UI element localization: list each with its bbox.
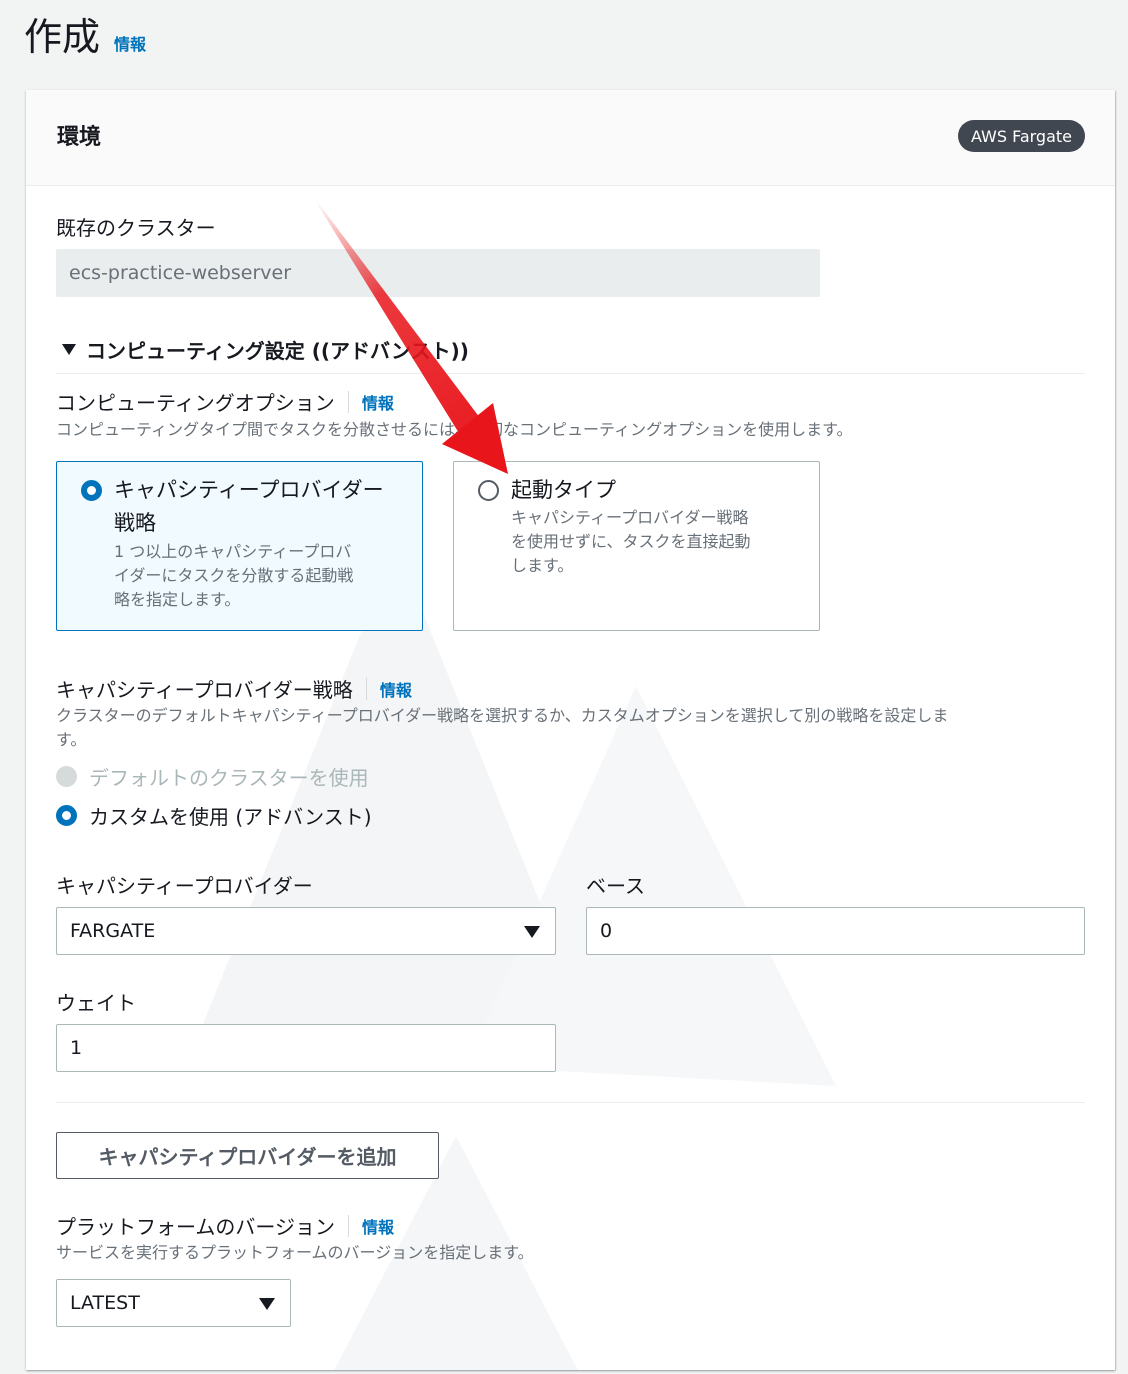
tile-desc-line: します。 [511,556,574,575]
existing-cluster-field: ecs-practice-webserver [56,249,820,297]
tile-desc-line: 略を指定します。 [114,590,241,609]
compute-option-header: コンピューティングオプション 情報 [56,387,394,416]
strategy-header: キャパシティープロバイダー戦略 情報 [56,674,412,703]
separator [348,1214,349,1237]
compute-settings-label: コンピューティング設定 ((アドバンスト)) [86,339,469,363]
capacity-provider-select[interactable]: FARGATE [56,907,556,955]
tile-capacity-provider-strategy[interactable]: キャパシティープロバイダー 戦略 1 つ以上のキャパシティープロバ イダーにタス… [56,461,423,631]
tile-desc-line: イダーにタスクを分散する起動戦 [114,566,354,585]
platform-version-select[interactable]: LATEST [56,1279,291,1327]
page-info-link[interactable]: 情報 [114,31,146,55]
radio-custom-row[interactable]: カスタムを使用 (アドバンスト) [56,801,372,830]
platform-version-info-link[interactable]: 情報 [362,1214,394,1238]
caret-down-icon [62,344,76,355]
tile-desc-line: を使用せずに、タスクを直接起動 [511,532,751,551]
platform-version-description: サービスを実行するプラットフォームのバージョンを指定します。 [56,1243,534,1262]
tile-launch-type[interactable]: 起動タイプ キャパシティープロバイダー戦略 を使用せずに、タスクを直接起動 しま… [453,461,820,631]
tile-title-line: 戦略 [114,511,156,535]
strategy-description-line: す。 [56,730,87,749]
caret-down-icon [524,926,540,938]
weight-label: ウェイト [56,991,136,1015]
tile-title: キャパシティープロバイダー 戦略 [114,474,404,540]
weight-input[interactable]: 1 [56,1024,556,1072]
caret-down-icon [259,1298,275,1310]
tile-description: キャパシティープロバイダー戦略 を使用せずに、タスクを直接起動 します。 [511,506,791,578]
platform-version-header: プラットフォームのバージョン 情報 [56,1211,394,1240]
radio-default-cluster-row: デフォルトのクラスターを使用 [56,762,369,791]
platform-version-label: プラットフォームのバージョン [56,1215,335,1239]
separator [365,677,367,700]
compute-option-label: コンピューティングオプション [56,391,335,415]
aws-fargate-badge: AWS Fargate [957,120,1085,152]
existing-cluster-label: 既存のクラスター [56,216,216,240]
tile-desc-line: 1 つ以上のキャパシティープロバ [114,542,352,561]
strategy-info-link[interactable]: 情報 [380,677,412,701]
capacity-provider-label: キャパシティープロバイダー [56,874,313,898]
radio-custom[interactable] [56,805,77,826]
platform-version-value: LATEST [70,1292,140,1314]
capacity-provider-value: FARGATE [70,920,156,942]
base-label: ベース [586,874,645,898]
compute-option-description: コンピューティングタイプ間でタスクを分散させるには、適切なコンピューティングオプ… [56,420,853,439]
radio-default-cluster-label: デフォルトのクラスターを使用 [89,766,369,790]
radio-custom-label: カスタムを使用 (アドバンスト) [89,805,372,829]
compute-settings-expander[interactable]: コンピューティング設定 ((アドバンスト)) [62,335,469,364]
radio-launch-type[interactable] [478,480,499,501]
radio-default-cluster [56,766,77,787]
base-input[interactable]: 0 [586,907,1085,955]
strategy-description: クラスターのデフォルトキャパシティープロバイダー戦略を選択するか、カスタムオプシ… [56,704,1086,752]
strategy-description-line: クラスターのデフォルトキャパシティープロバイダー戦略を選択するか、カスタムオプシ… [56,706,949,725]
environment-panel: 環境 AWS Fargate 既存のクラスター ecs-practice-web… [26,90,1115,1370]
separator [347,390,349,413]
tile-desc-line: キャパシティープロバイダー戦略 [511,508,749,527]
tile-description: 1 つ以上のキャパシティープロバ イダーにタスクを分散する起動戦 略を指定します… [114,540,394,612]
environment-panel-header: 環境 AWS Fargate [26,90,1115,186]
add-capacity-provider-button[interactable]: キャパシティプロバイダーを追加 [56,1132,439,1179]
page-title: 作成 [24,15,101,59]
strategy-label: キャパシティープロバイダー戦略 [56,678,353,702]
radio-capacity-provider-strategy[interactable] [81,480,102,501]
environment-heading: 環境 [57,125,102,150]
divider [56,1102,1085,1103]
compute-option-info-link[interactable]: 情報 [362,390,394,414]
divider [56,373,1085,374]
tile-title-line: キャパシティープロバイダー [114,478,384,502]
page-header: 作成 情報 [24,6,146,61]
tile-title: 起動タイプ [511,478,616,502]
